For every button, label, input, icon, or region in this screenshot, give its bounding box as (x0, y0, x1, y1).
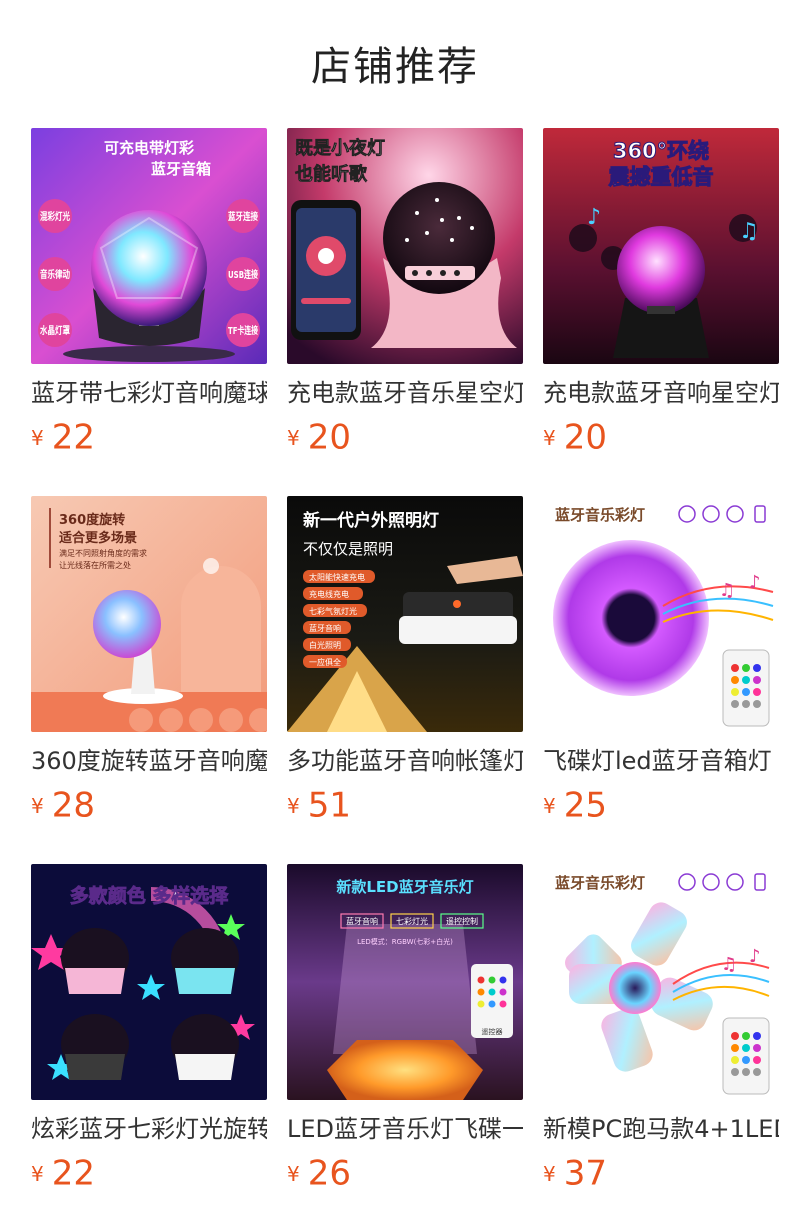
overlay-text: 震撼重低音 (609, 165, 714, 189)
currency-symbol: ¥ (31, 1161, 44, 1186)
price-value: 51 (307, 785, 351, 826)
product-image[interactable]: 既是小夜灯 也能听歌 (287, 128, 523, 364)
product-name[interactable]: LED蓝牙音乐灯飞碟一 (287, 1112, 523, 1146)
tag-text: 白光照明 (309, 640, 341, 650)
price-value: 37 (563, 1153, 607, 1194)
overlay-text: 适合更多场景 (59, 530, 137, 546)
badge-text: 蓝牙连接 (228, 210, 258, 223)
overlay-text: 多款颜色 多样选择 (70, 884, 230, 907)
overlay-text: 360度旋转 (59, 512, 125, 528)
currency-symbol: ¥ (543, 793, 556, 818)
price-value: 26 (307, 1153, 351, 1194)
product-price: ¥20 (543, 416, 779, 458)
tag-text: 太阳能快速充电 (309, 572, 365, 582)
product-name[interactable]: 360度旋转蓝牙音响魔球 (31, 744, 267, 778)
product-name[interactable]: 多功能蓝牙音响帐篷灯 (287, 744, 523, 778)
svg-text:♫: ♫ (739, 219, 759, 244)
svg-text:♪: ♪ (749, 946, 761, 967)
overlay-text: 蓝牙音箱 (151, 160, 211, 178)
overlay-text: 蓝牙音乐彩灯 (555, 874, 645, 892)
overlay-text: 新款LED蓝牙音乐灯 (336, 878, 473, 896)
tag-text: 充电线充电 (309, 589, 349, 599)
price-value: 22 (51, 417, 95, 458)
product-card[interactable]: 可充电带灯彩 蓝牙音箱 混彩灯光 音乐律动 水晶灯罩 蓝牙连接 USB连接 TF… (31, 128, 267, 458)
product-card[interactable]: 既是小夜灯 也能听歌 充电款蓝牙音乐星空灯 ¥20 (287, 128, 523, 458)
price-value: 25 (563, 785, 607, 826)
product-name[interactable]: 炫彩蓝牙七彩灯光旋转 (31, 1112, 267, 1146)
product-card[interactable]: 新一代户外照明灯 不仅仅是照明 太阳能快速充电 充电线充电 七彩气氛灯光 蓝牙音… (287, 496, 523, 826)
tag-text: 蓝牙音响 (346, 916, 378, 926)
product-card[interactable]: 遥控器 新款LED蓝牙音乐灯 蓝牙音响 七彩灯光 遥控控制 LED模式：RGBW… (287, 864, 523, 1194)
tag-text: 七彩灯光 (396, 916, 428, 926)
currency-symbol: ¥ (287, 793, 300, 818)
badge-text: 水晶灯罩 (39, 324, 70, 337)
product-name[interactable]: 充电款蓝牙音乐星空灯 (287, 376, 523, 410)
svg-text:♫: ♫ (721, 954, 737, 975)
product-card[interactable]: 360°环绕 震撼重低音 ♪ ♫ 充电款蓝牙音响星空灯 ¥20 (543, 128, 779, 458)
page-title: 店铺推荐 (311, 44, 479, 90)
product-price: ¥22 (31, 416, 267, 458)
currency-symbol: ¥ (543, 1161, 556, 1186)
overlay-text: 满足不同照射角度的需求 (59, 548, 147, 558)
product-price: ¥20 (287, 416, 523, 458)
overlay-text: 360°环绕 (613, 139, 709, 163)
overlay-text: 既是小夜灯 (295, 137, 385, 159)
product-image[interactable]: 360度旋转 适合更多场景 满足不同照射角度的需求 让光线落在所需之处 (31, 496, 267, 732)
badge-text: 音乐律动 (40, 268, 70, 281)
product-image[interactable]: ♫ ♪ 蓝牙音乐彩灯 (543, 864, 779, 1100)
product-card[interactable]: 多款颜色 多样选择 炫彩蓝牙七彩灯光旋转 ¥22 (31, 864, 267, 1194)
product-image[interactable]: ♫ ♪ 蓝牙音乐彩灯 (543, 496, 779, 732)
product-price: ¥25 (543, 784, 779, 826)
overlay-text: 让光线落在所需之处 (59, 560, 131, 570)
product-name[interactable]: 充电款蓝牙音响星空灯 (543, 376, 779, 410)
svg-text:♫: ♫ (719, 580, 735, 601)
badge-text: USB连接 (228, 268, 258, 281)
currency-symbol: ¥ (287, 1161, 300, 1186)
overlay-text: 新一代户外照明灯 (303, 510, 439, 531)
tag-text: 遥控控制 (446, 916, 478, 926)
badge-text: 混彩灯光 (40, 210, 70, 223)
tag-text: 七彩气氛灯光 (309, 606, 357, 616)
currency-symbol: ¥ (31, 793, 44, 818)
price-value: 20 (563, 417, 607, 458)
badge-text: TF卡连接 (228, 324, 258, 337)
overlay-text: 蓝牙音乐彩灯 (555, 506, 645, 524)
overlay-text: LED模式：RGBW(七彩+白光) (357, 937, 453, 946)
product-price: ¥22 (31, 1152, 267, 1194)
product-price: ¥37 (543, 1152, 779, 1194)
product-name[interactable]: 新模PC跑马款4+1LED (543, 1112, 779, 1146)
tag-text: 一应俱全 (309, 657, 341, 667)
product-card[interactable]: ♫ ♪ 蓝牙音乐彩灯 新模PC跑马款4+1LED ¥37 (543, 864, 779, 1194)
price-value: 22 (51, 1153, 95, 1194)
currency-symbol: ¥ (543, 425, 556, 450)
product-image[interactable]: 可充电带灯彩 蓝牙音箱 混彩灯光 音乐律动 水晶灯罩 蓝牙连接 USB连接 TF… (31, 128, 267, 364)
product-price: ¥26 (287, 1152, 523, 1194)
product-image[interactable]: 360°环绕 震撼重低音 ♪ ♫ (543, 128, 779, 364)
currency-symbol: ¥ (31, 425, 44, 450)
tag-text: 蓝牙音响 (309, 623, 341, 633)
svg-text:♪: ♪ (749, 572, 761, 593)
product-name[interactable]: 蓝牙带七彩灯音响魔球 (31, 376, 267, 410)
product-image[interactable]: 多款颜色 多样选择 (31, 864, 267, 1100)
overlay-text: 可充电带灯彩 (104, 139, 194, 157)
overlay-text: 不仅仅是照明 (303, 540, 393, 558)
price-value: 20 (307, 417, 351, 458)
price-value: 28 (51, 785, 95, 826)
product-card[interactable]: 360度旋转 适合更多场景 满足不同照射角度的需求 让光线落在所需之处 360度… (31, 496, 267, 826)
product-image[interactable]: 新一代户外照明灯 不仅仅是照明 太阳能快速充电 充电线充电 七彩气氛灯光 蓝牙音… (287, 496, 523, 732)
overlay-text: 也能听歌 (295, 163, 368, 185)
overlay-text: 遥控器 (482, 1027, 503, 1036)
product-image[interactable]: 遥控器 新款LED蓝牙音乐灯 蓝牙音响 七彩灯光 遥控控制 LED模式：RGBW… (287, 864, 523, 1100)
product-price: ¥51 (287, 784, 523, 826)
currency-symbol: ¥ (287, 425, 300, 450)
product-price: ¥28 (31, 784, 267, 826)
svg-text:♪: ♪ (587, 205, 601, 230)
product-card[interactable]: ♫ ♪ 蓝牙音乐彩灯 飞碟灯led蓝牙音箱灯 ¥25 (543, 496, 779, 826)
product-name[interactable]: 飞碟灯led蓝牙音箱灯 (543, 744, 779, 778)
